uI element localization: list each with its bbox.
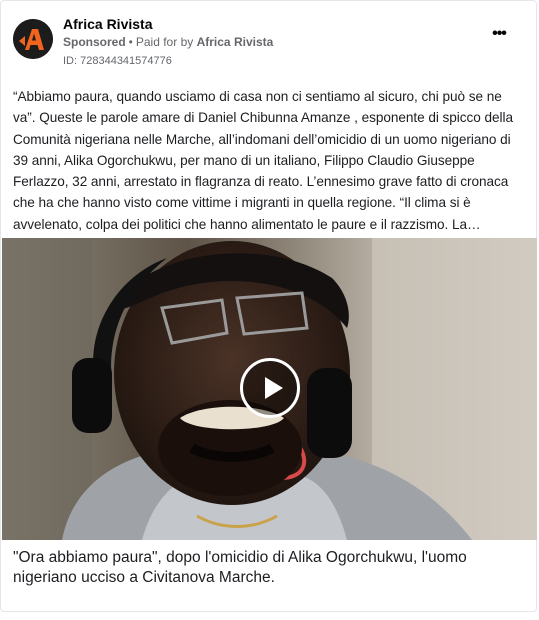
- paid-for-name[interactable]: Africa Rivista: [197, 35, 274, 49]
- africa-rivista-logo-icon: [13, 19, 53, 59]
- more-horizontal-icon[interactable]: •••: [488, 26, 510, 42]
- post-header: Africa Rivista Sponsored • Paid for by Afr…: [13, 11, 524, 71]
- paid-for-prefix: Paid for by: [135, 35, 194, 49]
- post-body-text: “Abbiamo paura, quando usciamo di casa n…: [13, 89, 513, 232]
- sponsorship-line: Sponsored • Paid for by Africa Rivista: [63, 35, 273, 49]
- sponsored-post-card: Africa Rivista Sponsored • Paid for by Afr…: [0, 0, 537, 612]
- play-icon[interactable]: [240, 358, 300, 418]
- video-caption[interactable]: "Ora abbiamo paura", dopo l'omicidio di …: [13, 548, 525, 588]
- sponsored-label: Sponsored: [63, 35, 126, 49]
- separator-dot: •: [128, 35, 133, 49]
- play-triangle: [265, 377, 283, 399]
- advertiser-avatar[interactable]: [13, 19, 53, 59]
- ad-id: ID: 728344341574776: [63, 55, 172, 67]
- advertiser-name[interactable]: Africa Rivista: [63, 16, 152, 32]
